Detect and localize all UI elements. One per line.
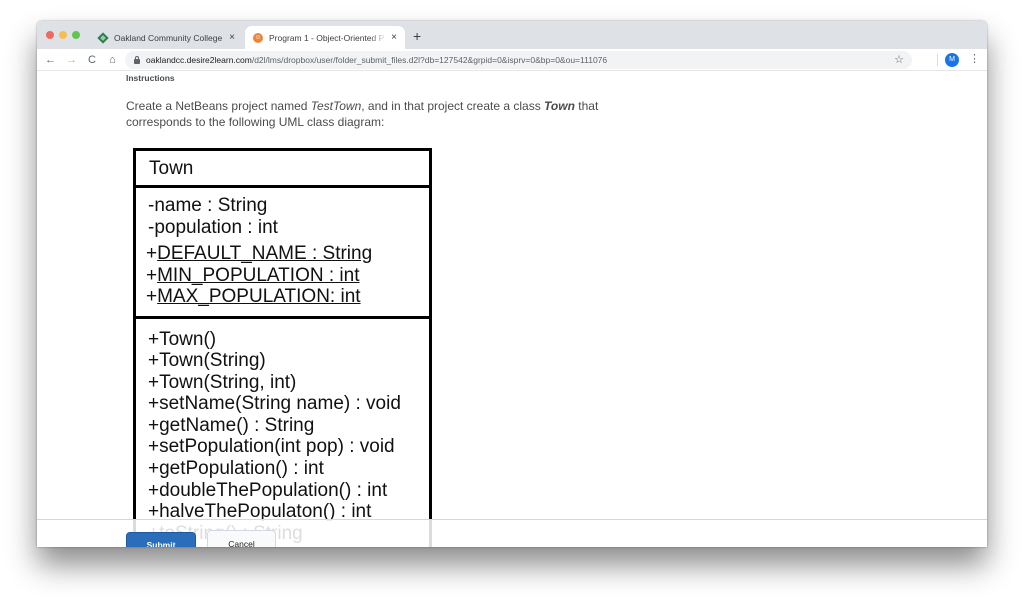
tab-oakland-community-college[interactable]: Oakland Community College ×: [89, 26, 243, 49]
uml-static-attribute: +MIN_POPULATION : int: [146, 265, 429, 287]
instructions-heading: Instructions: [126, 73, 175, 83]
toolbar-divider: [937, 54, 938, 66]
class-name: Town: [544, 99, 575, 113]
close-window-button[interactable]: [46, 31, 54, 39]
uml-method: +getPopulation() : int: [148, 458, 324, 480]
d2l-orange-icon: ☺: [253, 32, 263, 43]
uml-method: +Town(String, int): [148, 371, 297, 393]
static-attribute-text: DEFAULT_NAME : String: [157, 243, 373, 264]
maximize-window-button[interactable]: [72, 31, 80, 39]
uml-attribute: -name : String: [148, 195, 268, 216]
tab-strip: Oakland Community College × ☺ Program 1 …: [37, 21, 987, 49]
uml-method: +Town(): [148, 328, 217, 350]
static-attribute-text: MIN_POPULATION : int: [157, 264, 360, 286]
reload-icon[interactable]: C: [88, 52, 96, 68]
uml-methods: +Town() +Town(String) +Town(String, int)…: [136, 319, 429, 548]
back-arrow-icon[interactable]: ←: [45, 52, 56, 68]
uml-static-attribute: +MAX_POPULATION: int: [146, 286, 429, 308]
instructions-part1: Create a NetBeans project named: [126, 99, 311, 113]
forward-arrow-icon[interactable]: →: [66, 52, 77, 68]
minimize-window-button[interactable]: [59, 31, 67, 39]
visibility-prefix: +: [146, 286, 158, 307]
uml-class-diagram: Town -name : String -population : int +D…: [133, 148, 432, 547]
uml-method: +doubleThePopulation() : int: [148, 479, 388, 501]
project-name: TestTown: [310, 99, 362, 113]
window-controls: [46, 31, 80, 39]
browser-toolbar: ← → C ⌂ oaklandcc.desire2learn.com/d2l/l…: [37, 49, 987, 71]
uml-attributes: -name : String -population : int +DEFAUL…: [136, 188, 429, 319]
tab-close-icon[interactable]: ×: [229, 32, 235, 43]
tab-program-1[interactable]: ☺ Program 1 - Object-Oriented P ×: [245, 26, 405, 49]
cancel-button[interactable]: Cancel: [207, 530, 276, 547]
browser-window: Oakland Community College × ☺ Program 1 …: [37, 21, 987, 547]
profile-avatar[interactable]: M: [945, 53, 959, 67]
url-path: /d2l/lms/dropbox/user/folder_submit_file…: [251, 55, 608, 65]
instructions-part2: , and in that project create a class: [361, 99, 545, 113]
tab-title: Oakland Community College: [114, 32, 223, 43]
home-icon[interactable]: ⌂: [109, 52, 116, 68]
submit-footer: Submit Cancel: [37, 519, 987, 547]
tab-title: Program 1 - Object-Oriented P: [269, 32, 385, 43]
page-content: Instructions Create a NetBeans project n…: [37, 72, 987, 547]
submit-button[interactable]: Submit: [126, 532, 196, 547]
static-attribute-text: MAX_POPULATION: int: [157, 286, 361, 307]
bookmark-star-icon[interactable]: ☆: [894, 53, 904, 66]
url-host: oaklandcc.desire2learn.com: [146, 55, 252, 65]
new-tab-button[interactable]: +: [413, 29, 421, 43]
tab-close-icon[interactable]: ×: [391, 32, 397, 43]
uml-static-attribute: +DEFAULT_NAME : String: [146, 243, 429, 265]
uml-method: +setPopulation(int pop) : void: [148, 436, 395, 458]
visibility-prefix: +: [146, 243, 158, 264]
uml-attribute: -population : int: [148, 217, 278, 238]
lock-icon: [134, 55, 140, 64]
uml-method: +Town(String): [148, 350, 266, 372]
instructions-text: Create a NetBeans project named TestTown…: [126, 98, 646, 130]
visibility-prefix: +: [146, 264, 158, 286]
uml-method: +setName(String name) : void: [148, 393, 401, 415]
menu-kebab-icon[interactable]: ⋮: [969, 52, 980, 66]
oakland-diamond-icon: [97, 32, 109, 44]
uml-method: +getName() : String: [148, 414, 315, 436]
address-bar[interactable]: oaklandcc.desire2learn.com/d2l/lms/dropb…: [125, 51, 912, 69]
uml-class-name: Town: [136, 151, 429, 188]
